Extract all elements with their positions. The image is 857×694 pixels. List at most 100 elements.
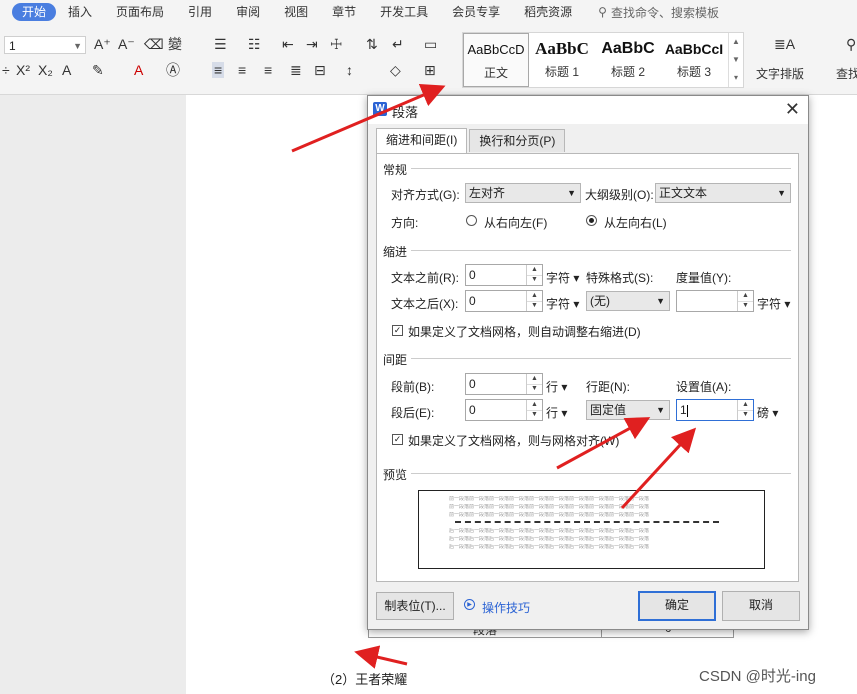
tab-sections[interactable]: 章节 <box>320 0 368 24</box>
find-button[interactable]: 查找 <box>836 65 857 82</box>
indent-before-value: 0 <box>469 268 476 282</box>
tips-link[interactable]: 操作技巧 <box>482 599 530 616</box>
preview-prev-line: 前一段落前一段落前一段落前一段落前一段落前一段落前一段落前一段落前一段落前一段落 <box>449 512 650 518</box>
distribute-icon[interactable]: ⊟ <box>314 62 326 78</box>
style-heading-2[interactable]: AaBbC 标题 2 <box>595 33 661 87</box>
grow-font-icon[interactable]: A⁺ <box>94 36 111 52</box>
align-select[interactable]: 左对齐 ▼ <box>465 183 581 203</box>
text-layout-icon[interactable]: ≣A <box>774 36 795 52</box>
subscript-icon[interactable]: X₂ <box>38 62 53 78</box>
align-right-icon[interactable]: ≡ <box>264 62 272 78</box>
indent-after-unit[interactable]: 字符 ▾ <box>546 295 579 312</box>
space-after-input[interactable]: 0 ▲ ▼ <box>465 399 543 421</box>
tab-stops-button[interactable]: 制表位(T)... <box>376 592 454 620</box>
auto-right-indent-checkbox[interactable]: ✓ <box>392 325 403 336</box>
ruler-icon[interactable]: ▭ <box>424 36 437 52</box>
outline-select[interactable]: 正文文本 ▼ <box>655 183 791 203</box>
spin-down-icon[interactable]: ▼ <box>527 410 542 420</box>
close-icon[interactable]: ✕ <box>785 98 800 120</box>
preview-next-line: 后一段落后一段落后一段落后一段落后一段落后一段落后一段落后一段落后一段落后一段落 <box>449 536 650 542</box>
increase-indent-icon[interactable]: ⇥ <box>306 36 318 52</box>
section-general: 常规 <box>383 163 408 177</box>
justify-icon[interactable]: ≣ <box>290 62 302 78</box>
measure-unit[interactable]: 字符 ▾ <box>757 295 790 312</box>
ribbon: 1 ▼ A⁺ A⁻ ⌫ 變 ÷ X² X₂ A ✎ A Ⓐ ☰ ☷ ⇤ ⇥ ☩ … <box>0 24 857 95</box>
ltr-label: 从左向右(L) <box>604 216 667 230</box>
spin-down-icon[interactable]: ▼ <box>738 410 753 420</box>
tab-line-page-breaks[interactable]: 换行和分页(P) <box>469 129 566 152</box>
phonetic-icon[interactable]: 變 <box>168 36 182 52</box>
show-marks-icon[interactable]: ↵ <box>392 36 404 52</box>
tab-home[interactable]: 开始 <box>12 3 57 21</box>
set-value-input[interactable]: 1 ▲ ▼ <box>676 399 754 421</box>
find-icon[interactable]: ⚲ <box>846 36 856 52</box>
tab-developer[interactable]: 开发工具 <box>368 0 440 24</box>
cancel-button[interactable]: 取消 <box>722 591 800 621</box>
style-gallery-scroll[interactable]: ▲ ▼ ▾ <box>728 33 743 87</box>
indent-after-input[interactable]: 0 ▲ ▼ <box>465 290 543 312</box>
tab-references[interactable]: 引用 <box>176 0 224 24</box>
font-size-value: 1 <box>9 39 16 53</box>
align-center-icon[interactable]: ≡ <box>238 62 246 78</box>
style-name: 标题 2 <box>610 65 645 79</box>
command-search[interactable]: ⚲ 查找命令、搜索模板 <box>584 4 719 21</box>
special-format-value: (无) <box>590 294 610 308</box>
font-color-icon[interactable]: A <box>134 62 143 78</box>
chinese-layout-icon[interactable]: ☩ <box>330 36 343 52</box>
shading-icon[interactable]: ◇ <box>390 62 401 78</box>
spin-down-icon[interactable]: ▼ <box>738 301 753 311</box>
spin-down-icon[interactable]: ▼ <box>527 384 542 394</box>
snap-to-grid-checkbox[interactable]: ✓ <box>392 434 403 445</box>
auto-right-indent-label: 如果定义了文档网格，则自动调整右缩进(D) <box>408 325 641 339</box>
snap-to-grid-label: 如果定义了文档网格，则与网格对齐(W) <box>408 434 620 448</box>
highlight-icon[interactable]: ✎ <box>92 62 104 78</box>
style-heading-1[interactable]: AaBbC 标题 1 <box>529 33 595 87</box>
tab-page-layout[interactable]: 页面布局 <box>104 0 176 24</box>
divider <box>411 168 791 169</box>
style-normal[interactable]: AaBbCcD 正文 <box>463 33 529 87</box>
special-format-select[interactable]: (无) ▼ <box>586 291 670 311</box>
clear-format-icon[interactable]: ⌫ <box>144 36 164 52</box>
line-spacing-select[interactable]: 固定值 ▼ <box>586 400 670 420</box>
indent-before-unit[interactable]: 字符 ▾ <box>546 269 579 286</box>
indent-before-input[interactable]: 0 ▲ ▼ <box>465 264 543 286</box>
borders-icon[interactable]: ⊞ <box>424 62 436 78</box>
decrease-indent-icon[interactable]: ⇤ <box>282 36 294 52</box>
spin-down-icon[interactable]: ▼ <box>527 275 542 285</box>
text-layout-button[interactable]: 文字排版 <box>756 65 804 82</box>
direction-label: 方向: <box>391 216 419 230</box>
style-heading-3[interactable]: AaBbCcI 标题 3 <box>661 33 727 87</box>
tab-docer[interactable]: 稻壳资源 <box>512 0 584 24</box>
rtl-radio[interactable] <box>466 215 477 226</box>
chevron-down-icon: ▼ <box>656 405 665 415</box>
ok-button[interactable]: 确定 <box>638 591 716 621</box>
dialog-titlebar[interactable]: W 段落 ✕ <box>368 96 808 124</box>
superscript-icon[interactable]: X² <box>16 62 30 78</box>
strikethrough-icon[interactable]: ÷ <box>2 62 10 78</box>
spin-down-icon[interactable]: ▼ <box>527 301 542 311</box>
tab-insert[interactable]: 插入 <box>56 0 104 24</box>
sort-icon[interactable]: ⇅ <box>366 36 378 52</box>
space-after-value: 0 <box>469 403 476 417</box>
bullet-list-icon[interactable]: ☰ <box>214 36 227 52</box>
set-value-unit[interactable]: 磅 ▾ <box>757 404 778 421</box>
space-after-unit[interactable]: 行 ▾ <box>546 404 567 421</box>
ltr-radio[interactable] <box>586 215 597 226</box>
measure-input[interactable]: ▲ ▼ <box>676 290 754 312</box>
tab-member[interactable]: 会员专享 <box>440 0 512 24</box>
align-value: 左对齐 <box>469 186 506 200</box>
font-size-select[interactable]: 1 ▼ <box>4 36 86 54</box>
tab-indent-spacing[interactable]: 缩进和间距(I) <box>376 128 468 153</box>
shrink-font-icon[interactable]: A⁻ <box>118 36 135 52</box>
line-spacing-icon[interactable]: ↕ <box>346 62 353 78</box>
style-gallery: AaBbCcD 正文 AaBbC 标题 1 AaBbC 标题 2 AaBbCcI… <box>462 32 744 88</box>
char-border-icon[interactable]: Ⓐ <box>166 62 180 78</box>
special-label: 特殊格式(S): <box>586 271 654 285</box>
align-left-icon[interactable]: ≡ <box>212 62 225 78</box>
space-before-unit[interactable]: 行 ▾ <box>546 378 567 395</box>
text-effect-icon[interactable]: A <box>62 62 71 78</box>
tab-view[interactable]: 视图 <box>272 0 320 24</box>
numbered-list-icon[interactable]: ☷ <box>248 36 261 52</box>
tab-review[interactable]: 审阅 <box>224 0 272 24</box>
space-before-input[interactable]: 0 ▲ ▼ <box>465 373 543 395</box>
